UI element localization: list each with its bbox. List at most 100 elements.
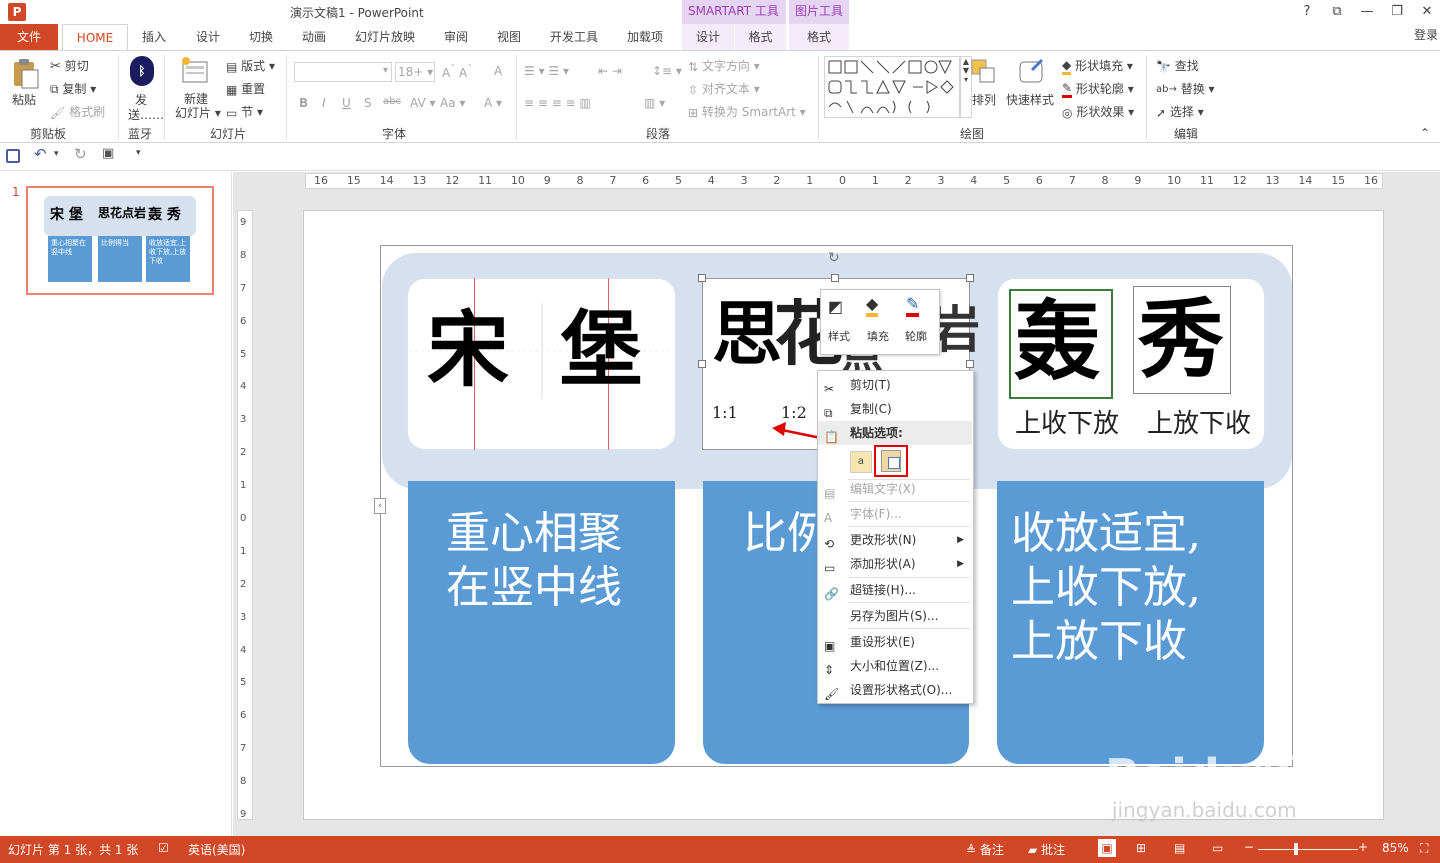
paste-as-picture-option[interactable] <box>874 445 908 477</box>
tab-review[interactable]: 审阅 <box>434 24 478 50</box>
paste-keep-text-icon[interactable]: a <box>850 451 872 473</box>
resize-handle[interactable] <box>966 274 974 282</box>
fill-bucket-icon[interactable]: ◆ <box>866 294 879 317</box>
menu-cut[interactable]: ✂ 剪切(T) <box>818 373 972 397</box>
resize-handle[interactable] <box>966 360 974 368</box>
strikethrough-button[interactable]: abc <box>383 96 401 107</box>
replace-button[interactable]: ab→ 替换 ▾ <box>1156 80 1215 97</box>
text-card-1[interactable]: 重心相聚 在竖中线 <box>408 481 675 764</box>
bluetooth-icon[interactable]: ᛒ <box>130 56 154 86</box>
tab-insert[interactable]: 插入 <box>132 24 176 50</box>
font-name-dropdown[interactable]: ▾ <box>294 62 392 82</box>
language-status[interactable]: 英语(美国) <box>188 841 245 858</box>
redo-icon[interactable]: ↻ <box>74 145 87 163</box>
paste-icon[interactable] <box>10 58 40 89</box>
text-direction-button[interactable]: ⇅ 文字方向 ▾ <box>688 57 760 74</box>
outline-pen-icon[interactable]: ✎ <box>906 294 920 317</box>
tab-transitions[interactable]: 切换 <box>239 24 283 50</box>
spellcheck-icon[interactable]: ☑ <box>158 841 169 855</box>
shape-fill-button[interactable]: ◆ 形状填充 ▾ <box>1062 57 1133 75</box>
tab-developer[interactable]: 开发工具 <box>543 24 605 50</box>
tab-picture-format[interactable]: 格式 <box>789 24 849 50</box>
style-icon[interactable]: ◩ <box>828 297 843 316</box>
columns-button[interactable]: ▥ ▾ <box>644 96 665 110</box>
bullets-button[interactable]: ☰ ▾ ☰ ▾ <box>524 64 569 78</box>
format-painter-button[interactable]: 🖌 格式刷 <box>50 103 105 120</box>
font-color-button[interactable]: A ▾ <box>484 96 502 110</box>
menu-size-position[interactable]: ⇕ 大小和位置(Z)... <box>818 654 972 678</box>
zoom-in-icon[interactable]: + <box>1358 840 1368 854</box>
tab-design[interactable]: 设计 <box>186 24 230 50</box>
slide-thumbnail-1[interactable]: 宋 堡 思花点岩 轰 秀 重心相聚在竖中线 比例得当 收放适宜,上收下放,上放下… <box>26 186 214 295</box>
fit-slide-icon[interactable]: ⛶ <box>1420 841 1428 856</box>
shadow-button[interactable]: S <box>364 96 372 110</box>
copy-button[interactable]: ⧉ 复制 ▾ <box>50 80 96 97</box>
close-button[interactable]: ✕ <box>1416 2 1438 22</box>
menu-save-as-picture[interactable]: 另存为图片(S)... <box>818 604 972 628</box>
zoom-level[interactable]: 85% <box>1382 841 1409 855</box>
line-spacing-button[interactable]: ↕≡ ▾ <box>652 64 682 78</box>
quick-styles-icon[interactable] <box>1018 58 1046 86</box>
convert-smartart-button[interactable]: ⊞ 转换为 SmartArt ▾ <box>688 103 806 120</box>
zoom-slider-thumb[interactable] <box>1294 843 1298 855</box>
normal-view-icon[interactable]: ▣ <box>1098 839 1116 857</box>
italic-button[interactable]: I <box>322 96 326 110</box>
tab-addins[interactable]: 加载项 <box>620 24 670 50</box>
tab-home[interactable]: HOME <box>62 24 128 51</box>
arrange-label[interactable]: 排列 <box>972 91 996 108</box>
clear-format-button[interactable]: A <box>494 64 502 78</box>
bluetooth-send-label2[interactable]: 送…… <box>128 106 164 123</box>
layout-button[interactable]: ▤ 版式 ▾ <box>226 57 275 74</box>
menu-copy[interactable]: ⧉ 复制(C) <box>818 397 972 421</box>
notes-button[interactable]: ≜ 备注 <box>966 841 1004 858</box>
undo-icon[interactable]: ↶ <box>34 145 47 163</box>
underline-button[interactable]: U <box>342 96 351 110</box>
tab-smartart-design[interactable]: 设计 <box>682 24 734 50</box>
bold-button[interactable]: B <box>299 96 308 110</box>
menu-hyperlink[interactable]: 🔗 超链接(H)... <box>818 578 972 602</box>
powerpoint-app-icon[interactable]: P <box>8 3 26 21</box>
menu-reset-shape[interactable]: ▣ 重设形状(E) <box>818 630 972 654</box>
paste-button-label[interactable]: 粘贴 <box>12 91 36 108</box>
new-slide-label2[interactable]: 幻灯片 ▾ <box>175 104 221 121</box>
align-text-button[interactable]: ⇳ 对齐文本 ▾ <box>688 80 760 97</box>
customize-qat-icon[interactable]: ▾ <box>136 148 141 158</box>
cut-button[interactable]: ✂ 剪切 <box>50 57 89 74</box>
collapse-ribbon-icon[interactable]: ⌃ <box>1420 126 1430 140</box>
shapes-gallery[interactable] <box>824 56 960 118</box>
font-size-dropdown[interactable]: 18+ ▾ <box>395 62 435 82</box>
grow-font-button[interactable]: Aˆ Aˇ <box>442 64 472 80</box>
reading-view-icon[interactable]: ▤ <box>1174 841 1185 855</box>
tab-file[interactable]: 文件 <box>0 24 58 50</box>
text-card-3[interactable]: 收放适宜, 上收下放, 上放下收 <box>997 481 1264 764</box>
mini-outline-button[interactable]: 轮廓 <box>905 328 927 344</box>
ribbon-display-button[interactable]: ⧉ <box>1326 2 1348 22</box>
sign-in-link[interactable]: 登录 <box>1414 26 1438 43</box>
slideshow-view-icon[interactable]: ▭ <box>1212 841 1223 855</box>
shape-effects-button[interactable]: ◎ 形状效果 ▾ <box>1062 103 1134 120</box>
menu-edit-text[interactable]: ▤ 编辑文字(X) <box>818 477 972 501</box>
text-pane-toggle[interactable]: ‹ <box>374 498 386 514</box>
menu-font[interactable]: A 字体(F)... <box>818 502 972 526</box>
tab-view[interactable]: 视图 <box>487 24 531 50</box>
reset-button[interactable]: ▦ 重置 <box>226 80 265 97</box>
align-buttons[interactable]: ≡ ≡ ≡ ≡ ▥ <box>524 96 591 110</box>
rotate-handle-icon[interactable]: ↻ <box>828 250 840 266</box>
zoom-slider[interactable] <box>1258 849 1358 850</box>
arrange-icon[interactable] <box>970 58 998 86</box>
change-case-button[interactable]: Aa ▾ <box>440 96 465 110</box>
resize-handle[interactable] <box>698 274 706 282</box>
indent-buttons[interactable]: ⇤ ⇥ <box>598 64 622 78</box>
start-slideshow-icon[interactable]: ▣ <box>102 146 114 161</box>
quick-styles-label[interactable]: 快速样式 <box>1006 91 1054 108</box>
minimize-button[interactable]: — <box>1356 2 1378 22</box>
tab-animations[interactable]: 动画 <box>292 24 336 50</box>
zoom-out-icon[interactable]: − <box>1244 840 1254 854</box>
help-button[interactable]: ? <box>1296 2 1318 22</box>
resize-handle[interactable] <box>831 274 839 282</box>
save-icon[interactable] <box>6 149 20 163</box>
tab-smartart-format[interactable]: 格式 <box>735 24 786 50</box>
find-button[interactable]: 🔭 查找 <box>1156 57 1199 74</box>
undo-dropdown-icon[interactable]: ▾ <box>54 149 59 159</box>
select-button[interactable]: ➚ 选择 ▾ <box>1156 103 1204 120</box>
